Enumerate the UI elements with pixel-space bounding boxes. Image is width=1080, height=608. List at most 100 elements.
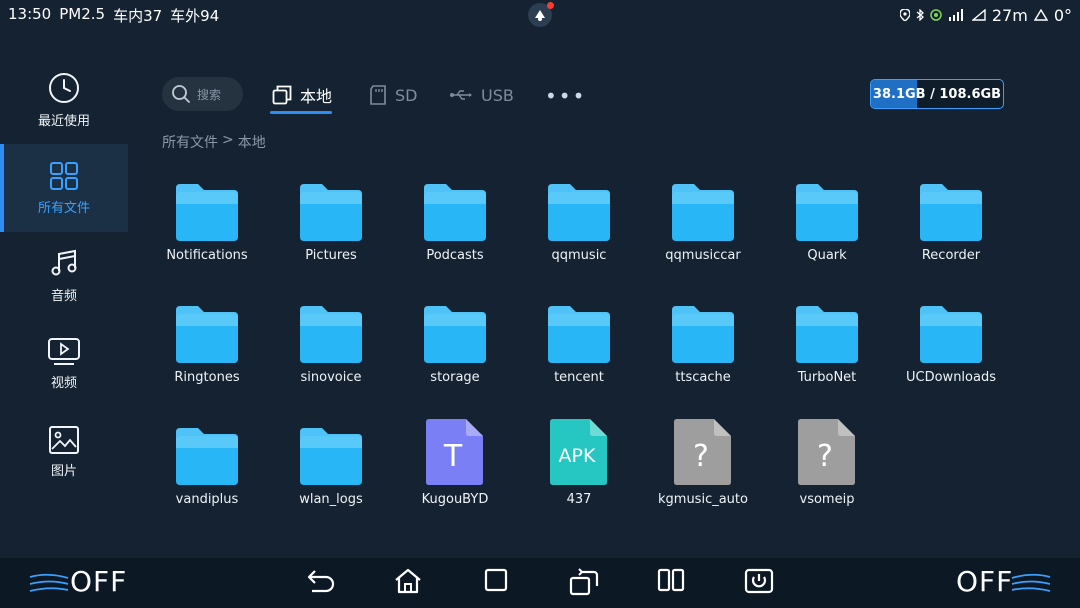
file-name-label: qqmusic	[551, 248, 607, 263]
folder-icon	[296, 294, 366, 364]
tab-label: 本地	[300, 87, 333, 106]
sidebar-item-label: 音频	[50, 288, 77, 304]
folder-item[interactable]: UCDownloads	[889, 294, 1013, 416]
clock-icon	[49, 72, 79, 103]
svg-text:T: T	[443, 439, 463, 474]
folder-item[interactable]: ttscache	[641, 294, 765, 416]
folder-icon	[420, 294, 490, 364]
sidebar-item-label: 所有文件	[37, 200, 90, 216]
sd-card-icon	[370, 85, 386, 105]
tab-sd[interactable]: SD	[369, 82, 417, 108]
search-input[interactable]: 搜索	[162, 77, 243, 111]
sidebar: 最近使用 所有文件 音频 视频 图片	[0, 56, 128, 496]
breadcrumb-current: 本地	[237, 135, 266, 151]
folder-icon	[792, 294, 862, 364]
sidebar-item-all-files[interactable]: 所有文件	[0, 144, 128, 232]
split-screen-icon[interactable]	[657, 568, 685, 592]
folder-icon	[916, 294, 986, 364]
file-name-label: TurboNet	[797, 370, 857, 385]
rotate-screen-icon[interactable]	[568, 568, 600, 596]
file-name-label: Podcasts	[426, 248, 484, 263]
file-name-label: ttscache	[675, 370, 731, 385]
status-left: 13:50 PM2.5 车内37 车外94	[8, 5, 219, 26]
ac-right-status[interactable]: OFF	[956, 565, 1013, 598]
folder-icon	[792, 172, 862, 242]
storage-usage-badge: 38.1GB / 108.6GB	[870, 79, 1004, 109]
folder-item[interactable]: tencent	[517, 294, 641, 416]
sidebar-item-images[interactable]: 图片	[0, 408, 128, 496]
folder-item[interactable]: Pictures	[269, 172, 393, 294]
file-item[interactable]: ? kgmusic_auto	[641, 416, 765, 538]
folder-item[interactable]: Podcasts	[393, 172, 517, 294]
tab-local[interactable]: 本地	[272, 82, 332, 108]
search-placeholder: 搜索	[197, 87, 222, 102]
folder-icon	[544, 172, 614, 242]
bluetooth-icon	[916, 9, 924, 21]
notification-bell-icon[interactable]	[528, 2, 554, 27]
folder-item[interactable]: Recorder	[889, 172, 1013, 294]
folder-icon	[544, 294, 614, 364]
tab-label: USB	[481, 85, 514, 105]
breadcrumb: 所有文件 > 本地	[162, 132, 266, 152]
sidebar-item-video[interactable]: 视频	[0, 320, 128, 408]
mountain-icon	[1033, 9, 1048, 21]
local-storage-icon	[272, 85, 292, 105]
inside-temp: 车内37	[113, 6, 163, 25]
folder-icon	[916, 172, 986, 242]
unknown-file-icon: ?	[792, 416, 862, 486]
file-name-label: 437	[566, 492, 592, 507]
file-name-label: kgmusic_auto	[658, 492, 748, 507]
file-item[interactable]: T KugouBYD	[393, 416, 517, 538]
file-name-label: Ringtones	[174, 370, 240, 385]
tab-label: SD	[395, 85, 418, 105]
folder-item[interactable]: Quark	[765, 172, 889, 294]
ac-left-status[interactable]: OFF	[70, 565, 127, 598]
folder-item[interactable]: sinovoice	[269, 294, 393, 416]
tab-usb[interactable]: USB	[449, 82, 514, 108]
svg-text:?: ?	[693, 439, 709, 474]
folder-icon	[420, 172, 490, 242]
folder-item[interactable]: Notifications	[145, 172, 269, 294]
more-options-icon[interactable]: •••	[545, 84, 586, 108]
folder-item[interactable]: TurboNet	[765, 294, 889, 416]
breadcrumb-root[interactable]: 所有文件	[162, 132, 218, 152]
folder-item[interactable]: wlan_logs	[269, 416, 393, 538]
recent-apps-icon[interactable]	[484, 568, 508, 592]
svg-text:?: ?	[817, 439, 833, 474]
breadcrumb-separator: >	[222, 132, 234, 148]
file-name-label: Notifications	[166, 248, 248, 263]
status-bar: 13:50 PM2.5 车内37 车外94 27m 0°	[0, 0, 1080, 30]
file-name-label: qqmusiccar	[665, 248, 741, 263]
folder-icon	[172, 172, 242, 242]
folder-item[interactable]: vandiplus	[145, 416, 269, 538]
file-item[interactable]: APK 437	[517, 416, 641, 538]
folder-item[interactable]: qqmusic	[517, 172, 641, 294]
temperature-text: 0°	[1053, 5, 1072, 25]
unknown-file-icon: ?	[668, 416, 738, 486]
sidebar-item-label: 图片	[50, 463, 77, 479]
file-name-label: storage	[430, 370, 480, 385]
file-grid: Notifications Pictures Podcasts qqmusic qqmu…	[145, 172, 1013, 538]
folder-icon	[668, 172, 738, 242]
status-right: 27m 0°	[899, 0, 1072, 30]
active-tab-indicator	[270, 111, 332, 114]
folder-item[interactable]: storage	[393, 294, 517, 416]
folder-item[interactable]: Ringtones	[145, 294, 269, 416]
folder-icon	[296, 416, 366, 486]
folder-item[interactable]: qqmusiccar	[641, 172, 765, 294]
screen-off-icon[interactable]	[744, 568, 774, 594]
apk-file-icon: APK	[544, 416, 614, 486]
pm25-label: PM2.5	[59, 4, 106, 23]
search-icon	[172, 85, 190, 103]
image-icon	[49, 425, 79, 454]
sidebar-item-audio[interactable]: 音频	[0, 232, 128, 320]
file-name-label: wlan_logs	[299, 492, 363, 507]
music-icon	[51, 249, 77, 275]
sidebar-item-recent[interactable]: 最近使用	[0, 56, 128, 144]
back-icon[interactable]	[306, 568, 336, 594]
distance-text: 27m	[991, 5, 1028, 25]
usb-icon	[450, 90, 472, 100]
file-item[interactable]: ? vsomeip	[765, 416, 889, 538]
file-name-label: UCDownloads	[906, 370, 996, 385]
home-icon[interactable]	[394, 568, 422, 594]
